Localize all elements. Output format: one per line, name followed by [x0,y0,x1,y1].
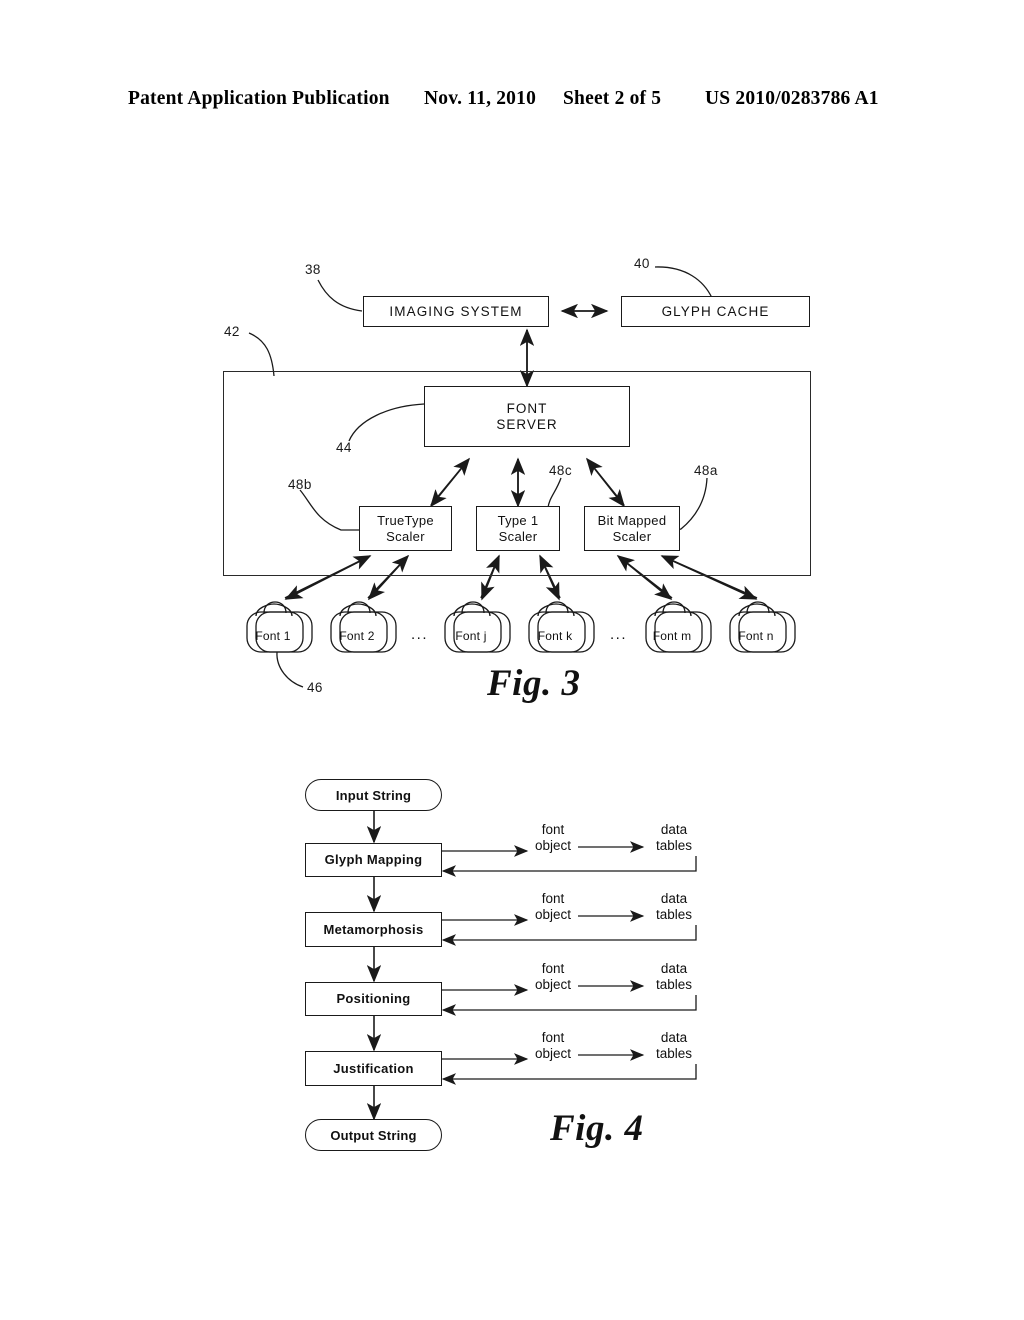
glyph-mapping-label: Glyph Mapping [324,852,423,868]
positioning-step[interactable]: Positioning [305,982,442,1016]
font-object-line2: object [534,907,572,923]
justification-label: Justification [333,1060,414,1076]
data-tables-line1: data [660,1030,688,1045]
metamorphosis-label: Metamorphosis [323,921,424,937]
data-tables-label-4: data tables [648,1030,700,1063]
figure-4-caption: Fig. 4 [550,1108,644,1149]
font-object-label-2: font object [527,891,579,924]
data-tables-line2: tables [655,838,693,854]
data-tables-line1: data [660,891,688,906]
input-string-terminal[interactable]: Input String [305,779,442,811]
font-object-label-3: font object [527,961,579,994]
positioning-label: Positioning [336,991,411,1007]
font-object-line2: object [534,977,572,993]
data-tables-label-3: data tables [648,961,700,994]
font-object-line1: font [541,822,565,837]
arrow-data-tables-to-glyph-mapping [441,856,697,877]
font-object-line1: font [541,961,565,976]
output-string-terminal[interactable]: Output String [305,1119,442,1151]
font-object-line2: object [534,1046,572,1062]
font-object-label-1: font object [527,822,579,855]
data-tables-line2: tables [655,977,693,993]
data-tables-label-2: data tables [648,891,700,924]
input-string-label: Input String [335,787,412,803]
arrow-data-tables-to-positioning [441,995,697,1016]
font-object-line2: object [534,838,572,854]
glyph-mapping-step[interactable]: Glyph Mapping [305,843,442,877]
data-tables-line1: data [660,822,688,837]
data-tables-line1: data [660,961,688,976]
font-object-line1: font [541,1030,565,1045]
font-object-label-4: font object [527,1030,579,1063]
figure-4: Input String Output String Glyph Mapping… [0,0,1024,1320]
output-string-label: Output String [330,1127,417,1143]
arrow-data-tables-to-justification [441,1064,697,1085]
arrow-data-tables-to-metamorphosis [441,925,697,946]
data-tables-line2: tables [655,907,693,923]
justification-step[interactable]: Justification [305,1051,442,1086]
metamorphosis-step[interactable]: Metamorphosis [305,912,442,947]
font-object-line1: font [541,891,565,906]
data-tables-line2: tables [655,1046,693,1062]
data-tables-label-1: data tables [648,822,700,855]
figure-4-connector-layer [366,811,697,1121]
